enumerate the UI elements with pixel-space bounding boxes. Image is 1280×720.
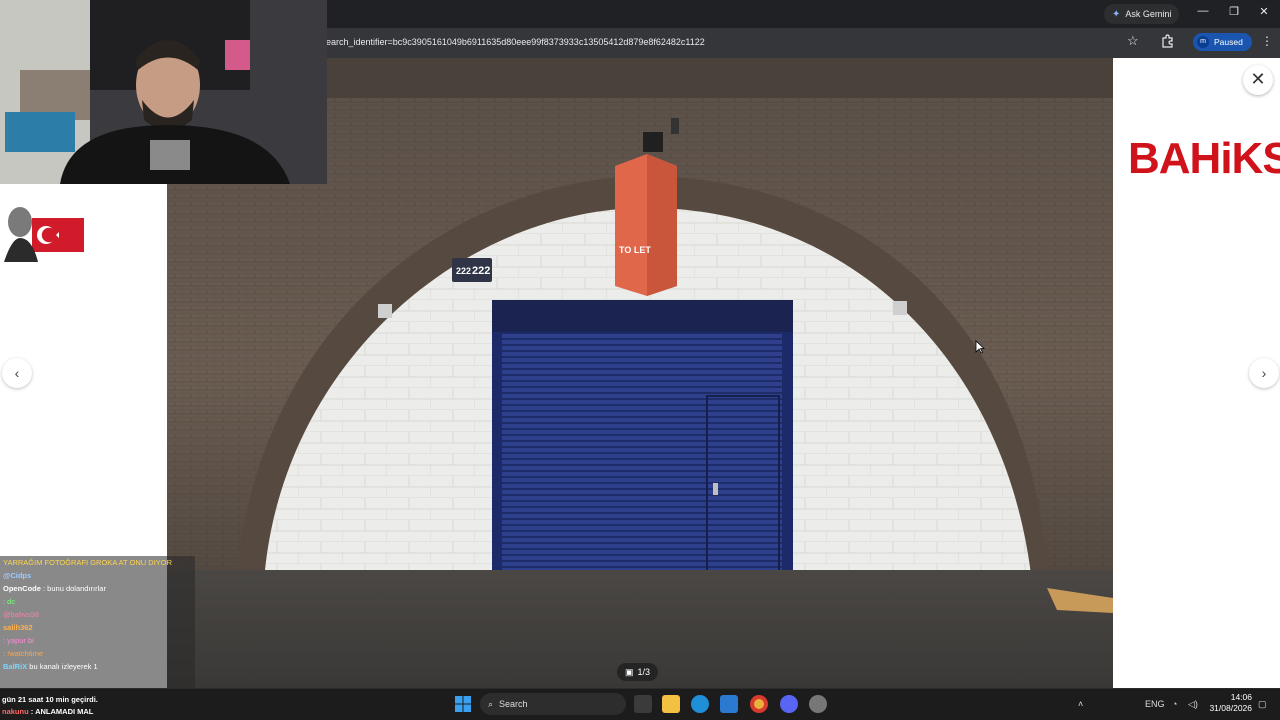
- discord-icon[interactable]: [780, 695, 798, 713]
- app-icon[interactable]: [809, 695, 827, 713]
- store-icon[interactable]: [720, 695, 738, 713]
- chat-text: @bahvs98: [3, 610, 39, 619]
- chat-text: : ANLAMADI MAL: [30, 707, 94, 716]
- chat-text: bu kanalı izleyerek 1: [29, 662, 98, 671]
- volume-icon[interactable]: ◁): [1188, 699, 1198, 710]
- unit-number-right: 222: [472, 265, 490, 277]
- minimize-icon[interactable]: —: [1193, 5, 1213, 17]
- edge-icon[interactable]: [691, 695, 709, 713]
- clock-time: 14:06: [1230, 692, 1252, 702]
- taskbar-search[interactable]: ⌕ Search: [480, 693, 626, 715]
- notifications-icon[interactable]: ▢: [1258, 699, 1267, 710]
- file-explorer-icon[interactable]: [662, 695, 680, 713]
- webcam-overlay: [0, 0, 327, 184]
- language-indicator[interactable]: ENG: [1145, 699, 1165, 709]
- search-icon: ⌕: [488, 698, 494, 709]
- chat-line: : yapur bi: [0, 634, 195, 647]
- chat-line: : !watchtime: [0, 647, 195, 660]
- chrome-icon[interactable]: [750, 695, 768, 713]
- chat-line: @bahvs98: [0, 608, 195, 621]
- next-image-button[interactable]: ›: [1249, 358, 1279, 388]
- mouse-cursor-icon: [975, 340, 985, 354]
- ataturk-flag-badge: [4, 207, 84, 262]
- image-icon: ▣: [625, 666, 634, 677]
- url-field[interactable]: earch_identifier=bc9c3905161049b6911635d…: [326, 37, 705, 47]
- tray-chevron-icon[interactable]: ˄: [1078, 699, 1083, 709]
- close-window-icon[interactable]: ✕: [1254, 5, 1274, 18]
- profile-button[interactable]: m Paused: [1193, 33, 1252, 51]
- image-counter: ▣ 1/3: [617, 663, 659, 681]
- task-view-icon[interactable]: [634, 695, 652, 713]
- profile-status: Paused: [1214, 37, 1243, 47]
- chat-line: OpenCode : bunu dolandırırlar: [0, 582, 195, 595]
- brand-logo[interactable]: BAHiKS: [1128, 134, 1280, 184]
- chat-user: salih362: [3, 623, 33, 632]
- ask-gemini-button[interactable]: ✦ Ask Gemini: [1104, 4, 1180, 24]
- avatar: m: [1197, 36, 1209, 48]
- wifi-icon[interactable]: ◔: [1172, 699, 1177, 709]
- search-label: Search: [499, 699, 528, 709]
- chat-line: nakunu : ANLAMADI MAL: [0, 706, 200, 718]
- chat-text: gün 21 saat 10 min geçirdi.: [2, 695, 98, 704]
- chat-line: gün 21 saat 10 min geçirdi.: [0, 694, 200, 706]
- ask-gemini-label: Ask Gemini: [1125, 9, 1172, 19]
- chat-text: : dc: [3, 597, 16, 606]
- stream-chat-bottom: gün 21 saat 10 min geçirdi. nakunu : ANL…: [0, 694, 200, 718]
- chat-line: salih362: [0, 621, 195, 634]
- restore-icon[interactable]: ❐: [1224, 5, 1244, 18]
- chat-line: YARRAĞIM FOTOĞRAFI GROKA AT ONU DIYOR: [0, 556, 195, 569]
- stream-chat: YARRAĞIM FOTOĞRAFI GROKA AT ONU DIYOR @C…: [0, 556, 195, 706]
- clock-date: 31/08/2026: [1209, 703, 1252, 713]
- bookmark-star-icon[interactable]: ☆: [1127, 33, 1139, 49]
- chat-line: @Cidps: [0, 569, 195, 582]
- gemini-icon: ✦: [1112, 8, 1121, 20]
- taskbar-clock[interactable]: 14:06 31/08/2026: [1204, 692, 1252, 714]
- close-viewer-button[interactable]: ✕: [1243, 65, 1273, 95]
- menu-kebab-icon[interactable]: ⋮: [1261, 34, 1273, 48]
- image-counter-label: 1/3: [637, 667, 651, 677]
- chat-user: @Cidps: [3, 571, 32, 580]
- chat-line: : dc: [0, 595, 195, 608]
- extensions-icon[interactable]: [1160, 34, 1174, 48]
- chat-text: : !watchtime: [3, 649, 44, 658]
- chat-text: : yapur bi: [3, 636, 34, 645]
- prev-image-button[interactable]: ‹: [2, 358, 32, 388]
- chat-line: BalRiX bu kanalı izleyerek 1: [0, 660, 195, 673]
- chat-user: nakunu: [2, 707, 29, 716]
- chat-text: YARRAĞIM FOTOĞRAFI GROKA AT ONU DIYOR: [3, 558, 173, 567]
- chat-user: OpenCode: [3, 584, 41, 593]
- to-let-sign-text: TO LET: [619, 245, 651, 255]
- chat-text: : bunu dolandırırlar: [43, 584, 106, 593]
- windows-start-icon[interactable]: [455, 696, 471, 712]
- unit-number-left: 222: [456, 266, 471, 276]
- chat-user: BalRiX: [3, 662, 28, 671]
